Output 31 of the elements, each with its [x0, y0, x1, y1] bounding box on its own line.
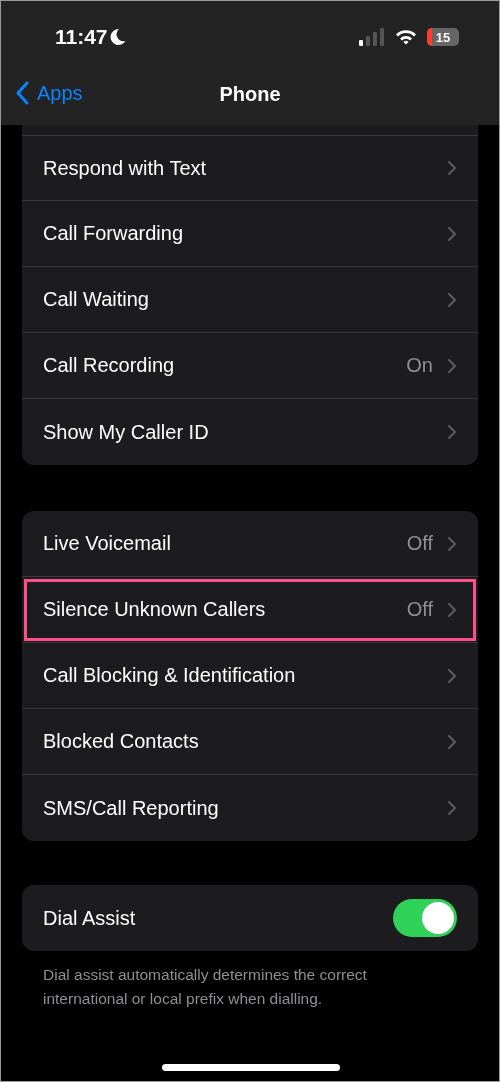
settings-row[interactable]: Respond with Text	[22, 135, 478, 201]
settings-row[interactable]: SMS/Call Reporting	[22, 775, 478, 841]
signal-icon	[359, 28, 385, 46]
chevron-icon	[447, 424, 457, 440]
chevron-icon	[447, 225, 457, 242]
settings-row[interactable]: Call Forwarding	[22, 201, 478, 267]
toggle-switch[interactable]	[393, 899, 457, 937]
battery-icon: 15	[427, 28, 459, 46]
settings-row[interactable]: Blocked Contacts	[22, 709, 478, 775]
moon-icon	[109, 28, 126, 46]
settings-row[interactable]: Live Voicemail Off	[22, 511, 478, 577]
chevron-icon	[447, 667, 457, 684]
chevron-icon	[447, 160, 457, 176]
wifi-icon	[395, 29, 417, 45]
settings-row[interactable]: Silence Unknown Callers Off	[22, 577, 478, 643]
time: 11:47	[55, 25, 108, 49]
chevron-icon	[447, 535, 457, 552]
back-chevron-icon	[15, 81, 29, 105]
settings-row[interactable]: Show My Caller ID	[22, 399, 478, 465]
page-title: Phone	[219, 82, 281, 106]
settings-row[interactable]: Call Waiting	[22, 267, 478, 333]
back-button[interactable]: Apps	[11, 77, 87, 109]
chevron-icon	[447, 800, 457, 816]
settings-row[interactable]: Call Blocking & Identification	[22, 643, 478, 709]
chevron-icon	[447, 291, 457, 308]
chevron-icon	[447, 733, 457, 750]
chevron-icon	[447, 601, 457, 618]
setting-label: Dial Assist	[43, 906, 137, 930]
footer-note: Dial assist automatically determines the correct international or local prefix when dialling.	[42, 965, 368, 1009]
settings-row[interactable]: Call Recording On	[22, 333, 478, 399]
chevron-icon	[447, 357, 457, 374]
